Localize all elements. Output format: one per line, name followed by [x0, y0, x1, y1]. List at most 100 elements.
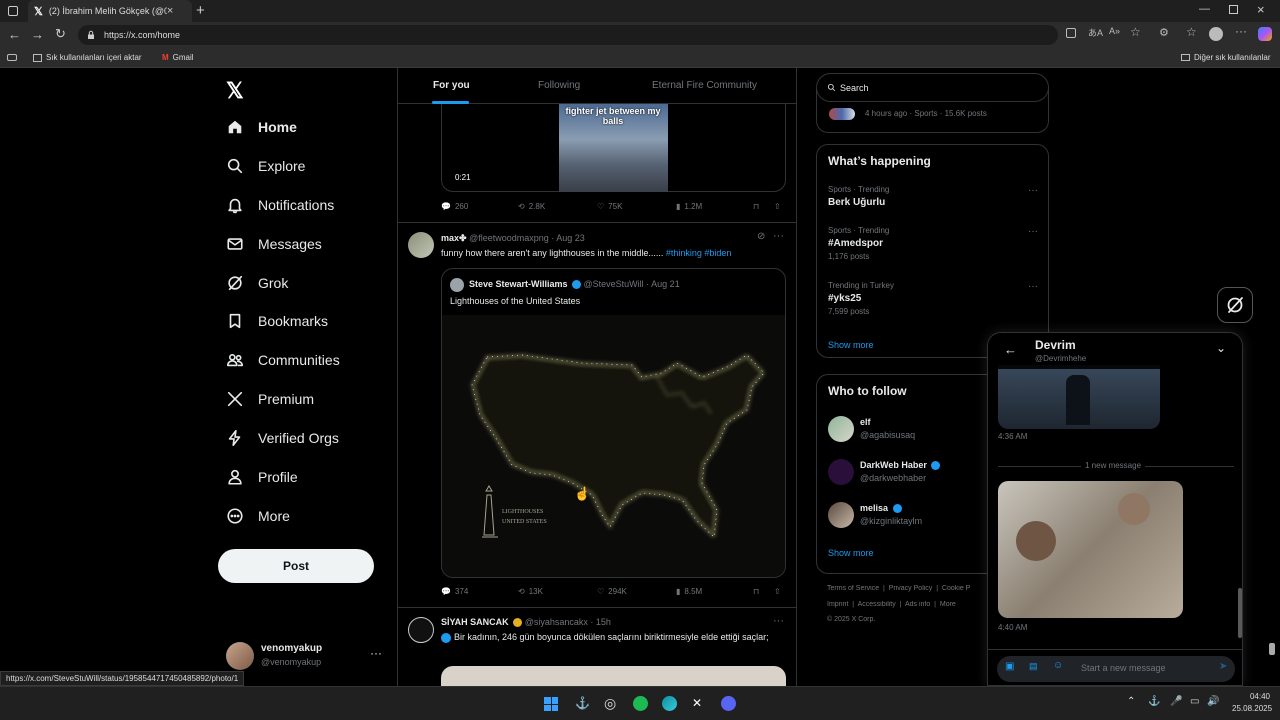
other-bookmarks[interactable]: Diğer sık kullanılanlar	[1181, 53, 1270, 62]
copilot-icon[interactable]	[1258, 27, 1272, 41]
start-windows-icon[interactable]	[544, 697, 558, 711]
author-name[interactable]: max✤	[441, 233, 467, 243]
refresh-icon[interactable]: ↻	[55, 26, 66, 42]
repost-button[interactable]: ⟲ 2.8K	[518, 202, 545, 211]
extensions-icon[interactable]: ⚙	[1159, 26, 1169, 39]
account-menu-icon[interactable]: ···	[370, 646, 382, 660]
grok-post-icon[interactable]: ⊘	[757, 231, 765, 242]
network-icon[interactable]: ▭	[1190, 696, 1199, 707]
quoted-post[interactable]: Steve Stewart-Williams @SteveStuWill · A…	[441, 268, 786, 578]
x-logo-icon[interactable]: 𝕏	[226, 78, 244, 104]
bookmark-gmail[interactable]: M Gmail	[162, 53, 194, 62]
browser-menu-icon[interactable]: ···	[1235, 24, 1247, 38]
discord-icon[interactable]	[721, 696, 736, 711]
nav-item-communities[interactable]: Communities	[226, 351, 340, 369]
post-menu-icon[interactable]: ···	[773, 230, 784, 242]
trending-top-card[interactable]: 4 hours ago · Sports · 15.6K posts	[816, 88, 1049, 133]
avatar[interactable]	[408, 232, 434, 258]
account-switcher[interactable]: venomyakup @venomyakup ···	[226, 638, 386, 674]
volume-icon[interactable]: 🔊	[1207, 696, 1219, 707]
nav-item-premium[interactable]: Premium	[226, 390, 314, 408]
dm-contact-name[interactable]: Devrim	[1035, 338, 1076, 352]
microphone-icon[interactable]: 🎤	[1170, 696, 1182, 707]
repost-button[interactable]: ⟲ 13K	[518, 587, 543, 596]
gif-icon[interactable]: ▤	[1029, 661, 1038, 672]
post-button[interactable]: Post	[218, 549, 374, 583]
post-image[interactable]	[441, 666, 786, 686]
image-upload-icon[interactable]: ▣	[1005, 661, 1014, 672]
grok-float-button[interactable]	[1217, 287, 1253, 323]
nav-item-profile[interactable]: Profile	[226, 468, 298, 486]
follow-suggestion[interactable]: elf @agabisusaq	[828, 415, 993, 445]
nav-item-grok[interactable]: Grok	[226, 274, 288, 292]
clock[interactable]: 04:40 25.08.2025	[1232, 692, 1272, 713]
steam-icon[interactable]: ⚓	[575, 696, 590, 710]
bookmark-button[interactable]: ⊓	[753, 587, 759, 596]
translate-icon[interactable]: あA	[1088, 26, 1103, 39]
tab-actions-icon[interactable]	[8, 6, 18, 16]
avatar[interactable]	[408, 617, 434, 643]
trend-menu-icon[interactable]: ···	[1028, 281, 1038, 292]
dm-scrollbar[interactable]	[1238, 588, 1242, 638]
author-handle[interactable]: @siyahsancakx	[525, 617, 588, 627]
footer-link[interactable]: Privacy Policy	[889, 585, 933, 592]
tray-chevron-icon[interactable]: ⌃	[1127, 696, 1135, 707]
nav-item-notifications[interactable]: Notifications	[226, 196, 334, 214]
capcut-icon[interactable]: ✕	[692, 696, 702, 710]
url-field[interactable]: https://x.com/home	[78, 25, 1058, 45]
trend-menu-icon[interactable]: ···	[1028, 185, 1038, 196]
show-more-link[interactable]: Show more	[828, 548, 874, 558]
page-scrollbar-thumb[interactable]	[1269, 643, 1275, 655]
back-arrow-icon[interactable]: ←	[1004, 342, 1017, 357]
post-date[interactable]: · 15h	[590, 617, 611, 627]
trend-menu-icon[interactable]: ···	[1028, 226, 1038, 237]
reply-button[interactable]: 💬 374	[441, 587, 468, 596]
reply-button[interactable]: 💬 260	[441, 202, 468, 211]
post-hashtags[interactable]: #thinking #biden	[666, 248, 732, 258]
nav-item-explore[interactable]: Explore	[226, 157, 305, 175]
sidebar-toggle-icon[interactable]	[7, 54, 17, 61]
browser-tab[interactable]: 𝕏 (2) İbrahim Melih Gökçek (@06m ×	[28, 0, 192, 22]
post-date[interactable]: · Aug 23	[551, 233, 585, 243]
show-more-link[interactable]: Show more	[828, 340, 874, 350]
like-button[interactable]: ♡ 294K	[597, 587, 627, 596]
dm-image-1[interactable]	[998, 365, 1160, 429]
nav-item-verified-orgs[interactable]: Verified Orgs	[226, 429, 339, 447]
author-handle[interactable]: @fleetwoodmaxpng	[469, 233, 549, 243]
favorites-icon[interactable]: ☆	[1186, 25, 1197, 39]
emoji-icon[interactable]: ☺	[1053, 660, 1063, 671]
footer-link[interactable]: More	[940, 601, 956, 608]
spotify-icon[interactable]	[633, 696, 648, 711]
new-tab-icon[interactable]: +	[196, 2, 205, 19]
trend-item[interactable]: Sports · Trending Berk Uğurlu	[828, 185, 889, 208]
lighthouse-map-image[interactable]: LIGHTHOUSES UNITED STATES	[442, 315, 785, 577]
favorite-star-icon[interactable]: ☆	[1130, 25, 1141, 39]
like-button[interactable]: ♡ 75K	[597, 202, 622, 211]
dm-message-input[interactable]: Start a new message	[1081, 663, 1166, 673]
footer-link[interactable]: Terms of Service	[827, 585, 879, 592]
views-button[interactable]: ▮ 1.2M	[676, 202, 702, 211]
forward-icon[interactable]: →	[31, 27, 44, 42]
edge-icon[interactable]	[662, 696, 677, 711]
maximize-icon[interactable]	[1229, 5, 1238, 14]
read-aloud-icon[interactable]: A»	[1109, 26, 1120, 36]
bookmark-button[interactable]: ⊓	[753, 202, 759, 211]
back-icon[interactable]: ←	[8, 27, 21, 42]
footer-link[interactable]: Imprint	[827, 601, 848, 608]
video-container[interactable]: fighter jet between my balls 0:21	[441, 104, 786, 192]
footer-link[interactable]: Accessibility	[858, 601, 896, 608]
tab-for-you[interactable]: For you	[433, 80, 470, 91]
trend-item[interactable]: Sports · Trending #Amedspor 1,176 posts	[828, 226, 889, 261]
nav-item-home[interactable]: Home	[226, 118, 297, 136]
post-menu-icon[interactable]: ···	[773, 615, 784, 627]
footer-link[interactable]: Ads info	[905, 601, 930, 608]
tab-following[interactable]: Following	[538, 80, 580, 91]
profile-avatar-icon[interactable]	[1209, 27, 1223, 41]
share-button[interactable]: ⇧	[774, 587, 781, 596]
trend-item[interactable]: Trending in Turkey #yks25 7,599 posts	[828, 281, 894, 316]
author-name[interactable]: SİYAH SANCAK	[441, 617, 509, 627]
site-info-icon[interactable]	[86, 30, 96, 40]
share-button[interactable]: ⇧	[774, 202, 781, 211]
close-tab-icon[interactable]: ×	[167, 5, 173, 17]
close-window-icon[interactable]: ×	[1257, 2, 1265, 17]
